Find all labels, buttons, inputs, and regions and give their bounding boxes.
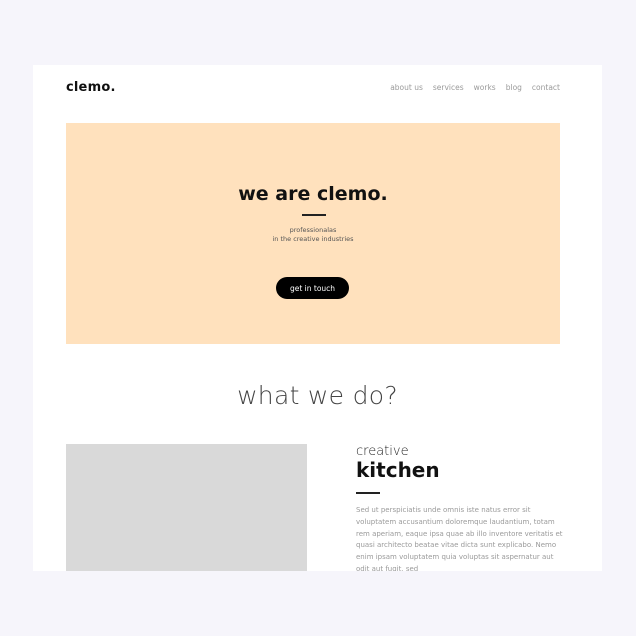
nav-link-works[interactable]: works — [474, 83, 496, 92]
feature-divider — [356, 492, 380, 494]
nav-link-contact[interactable]: contact — [532, 83, 560, 92]
nav-link-services[interactable]: services — [433, 83, 464, 92]
hero-subtitle-line-1: professionalas — [289, 226, 337, 234]
main-nav: about us services works blog contact — [390, 83, 560, 92]
site-logo[interactable]: clemo. — [66, 80, 116, 95]
nav-link-about-us[interactable]: about us — [390, 83, 423, 92]
page-canvas: clemo. about us services works blog cont… — [33, 65, 602, 571]
feature-kicker: creative — [356, 444, 409, 459]
feature-image-placeholder — [66, 444, 307, 571]
hero-banner: we are clemo. professionalas in the crea… — [66, 123, 560, 344]
nav-link-blog[interactable]: blog — [506, 83, 522, 92]
feature-body-text: Sed ut perspiciatis unde omnis iste natu… — [356, 506, 563, 571]
section-title-what-we-do: what we do? — [237, 381, 398, 410]
get-in-touch-button[interactable]: get in touch — [276, 277, 349, 299]
hero-title: we are clemo. — [238, 183, 388, 205]
hero-subtitle-line-2: in the creative industries — [272, 234, 354, 243]
hero-divider — [302, 214, 326, 216]
hero-subtitle: professionalas in the creative industrie… — [66, 226, 560, 243]
feature-title: kitchen — [356, 458, 440, 482]
